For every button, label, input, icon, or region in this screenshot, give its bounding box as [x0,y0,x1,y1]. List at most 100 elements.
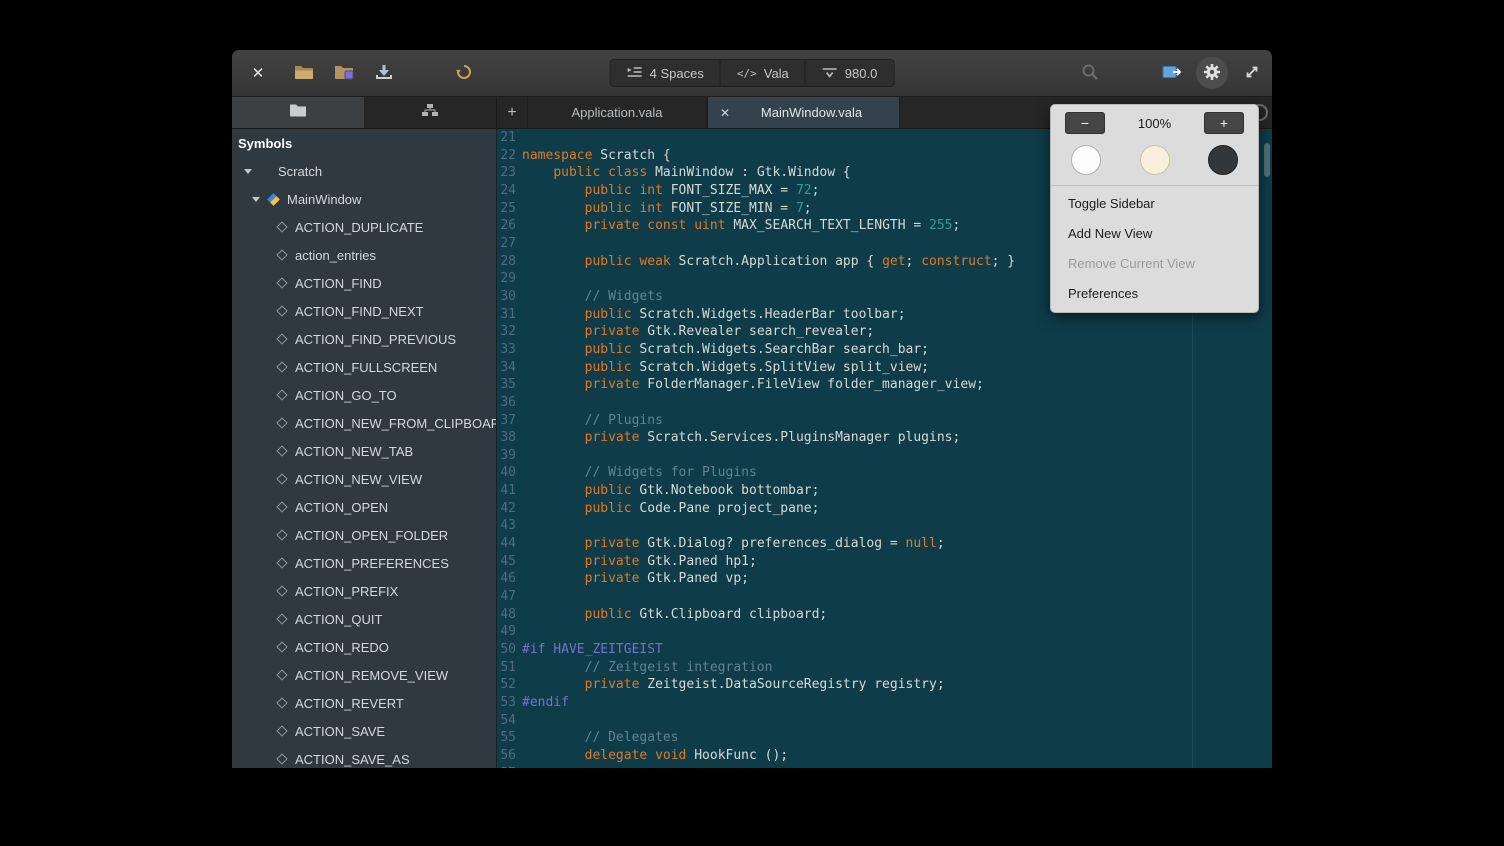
code-line[interactable]: 38 private Scratch.Services.PluginsManag… [497,429,1272,447]
code-line[interactable]: 33 public Scratch.Widgets.SearchBar sear… [497,341,1272,359]
symbol-item[interactable]: ACTION_OPEN [232,493,496,521]
app-menu-popover: − 100% + Toggle SidebarAdd New ViewRemov… [1050,104,1259,313]
code-line[interactable]: 54 [497,712,1272,730]
indent-icon [627,66,643,81]
revert-button[interactable] [448,57,480,89]
code-line[interactable]: 32 private Gtk.Revealer search_revealer; [497,323,1272,341]
code-text: private const uint MAX_SEARCH_TEXT_LENGT… [522,217,960,235]
goto-line-button[interactable]: 980.0 [806,60,894,86]
indent-width-button[interactable]: 4 Spaces [611,60,721,86]
new-view-button[interactable] [1156,57,1188,89]
symbol-item[interactable]: ACTION_FIND [232,269,496,297]
color-scheme-solarized[interactable] [1140,145,1170,175]
line-number: 22 [497,147,522,165]
symbol-icon [276,445,287,456]
color-scheme-dark[interactable] [1208,145,1238,175]
editor-scrollbar[interactable] [1264,129,1270,764]
tree-item-label: action_entries [295,248,376,263]
code-line[interactable]: 46 private Gtk.Paned vp; [497,570,1272,588]
tab-mainwindow-vala[interactable]: ✕ MainWindow.vala [707,97,900,128]
line-number: 25 [497,200,522,218]
code-line[interactable]: 37 // Plugins [497,412,1272,430]
symbol-item[interactable]: ACTION_SAVE_AS [232,745,496,768]
close-window-button[interactable]: ✕ [242,57,274,89]
code-line[interactable]: 35 private FolderManager.FileView folder… [497,376,1272,394]
new-tab-button[interactable]: + [497,97,527,128]
menu-item-toggle-sidebar[interactable]: Toggle Sidebar [1051,188,1258,218]
code-line[interactable]: 49 [497,623,1272,641]
zoom-controls: − 100% + [1051,105,1258,138]
code-line[interactable]: 41 public Gtk.Notebook bottombar; [497,482,1272,500]
language-button[interactable]: </> Vala [721,60,806,86]
sidebar-tab-outline[interactable] [364,97,496,128]
symbol-item[interactable]: ACTION_FULLSCREEN [232,353,496,381]
symbol-item[interactable]: ACTION_PREFIX [232,577,496,605]
tree-item-scratch[interactable]: Scratch [232,157,496,185]
menu-button[interactable] [1196,57,1228,89]
tree-item-label: ACTION_PREFIX [295,584,398,599]
menu-item-add-new-view[interactable]: Add New View [1051,218,1258,248]
code-line[interactable]: 51 // Zeitgeist integration [497,659,1272,677]
close-icon: ✕ [252,64,265,82]
open-project-button[interactable] [328,57,360,89]
code-line[interactable]: 42 public Code.Pane project_pane; [497,500,1272,518]
open-folder-icon [294,64,314,83]
symbol-item[interactable]: ACTION_FIND_PREVIOUS [232,325,496,353]
tree-item-label: ACTION_SAVE [295,724,385,739]
tab-label: MainWindow.vala [742,105,899,120]
close-tab-icon[interactable]: ✕ [720,106,742,120]
symbol-item[interactable]: ACTION_PREFERENCES [232,549,496,577]
symbol-icon [276,221,287,232]
symbol-item[interactable]: ACTION_FIND_NEXT [232,297,496,325]
code-line[interactable]: 40 // Widgets for Plugins [497,464,1272,482]
symbol-item[interactable]: ACTION_REVERT [232,689,496,717]
scrollbar-thumb[interactable] [1264,143,1270,177]
expander-icon[interactable] [244,169,252,174]
symbol-item[interactable]: ACTION_NEW_FROM_CLIPBOARD [232,409,496,437]
code-line[interactable]: 52 private Zeitgeist.DataSourceRegistry … [497,676,1272,694]
line-number: 38 [497,429,522,447]
code-line[interactable]: 36 [497,394,1272,412]
code-line[interactable]: 44 private Gtk.Dialog? preferences_dialo… [497,535,1272,553]
sidebar-tab-folders[interactable] [232,97,364,128]
code-line[interactable]: 55 // Delegates [497,729,1272,747]
open-file-button[interactable] [288,57,320,89]
zoom-out-button[interactable]: − [1065,112,1105,134]
code-line[interactable]: 43 [497,517,1272,535]
code-line[interactable]: 47 [497,588,1272,606]
expander-icon[interactable] [252,197,260,202]
code-text: public Scratch.Widgets.HeaderBar toolbar… [522,306,906,324]
symbol-item[interactable]: ACTION_REDO [232,633,496,661]
symbol-item[interactable]: ACTION_DUPLICATE [232,213,496,241]
symbol-item[interactable]: action_entries [232,241,496,269]
symbol-item[interactable]: ACTION_SAVE [232,717,496,745]
symbol-item[interactable]: ACTION_OPEN_FOLDER [232,521,496,549]
symbol-item[interactable]: ACTION_GO_TO [232,381,496,409]
code-line[interactable]: 39 [497,447,1272,465]
fullscreen-button[interactable] [1236,57,1268,89]
code-line[interactable]: 48 public Gtk.Clipboard clipboard; [497,606,1272,624]
menu-items: Toggle SidebarAdd New ViewRemove Current… [1051,188,1258,308]
code-line[interactable]: 56 delegate void HookFunc (); [497,747,1272,765]
save-button[interactable] [368,57,400,89]
code-line[interactable]: 50#if HAVE_ZEITGEIST [497,641,1272,659]
search-button[interactable] [1074,57,1106,89]
symbol-item[interactable]: ACTION_REMOVE_VIEW [232,661,496,689]
symbol-icon [276,333,287,344]
color-scheme-light[interactable] [1071,145,1101,175]
code-line[interactable]: 45 private Gtk.Paned hp1; [497,553,1272,571]
tree-item-mainwindow[interactable]: MainWindow [232,185,496,213]
symbol-item[interactable]: ACTION_NEW_VIEW [232,465,496,493]
zoom-in-button[interactable]: + [1204,112,1244,134]
code-line[interactable]: 34 public Scratch.Widgets.SplitView spli… [497,359,1272,377]
tab-application-vala[interactable]: Application.vala [527,97,707,128]
tree-item-label: ACTION_SAVE_AS [295,752,410,767]
symbol-icon [276,473,287,484]
symbol-item[interactable]: ACTION_QUIT [232,605,496,633]
revert-icon [455,64,473,83]
code-line[interactable]: 57 [497,765,1272,768]
symbol-item[interactable]: ACTION_NEW_TAB [232,437,496,465]
line-number: 43 [497,517,522,535]
code-line[interactable]: 53#endif [497,694,1272,712]
menu-item-preferences[interactable]: Preferences [1051,278,1258,308]
